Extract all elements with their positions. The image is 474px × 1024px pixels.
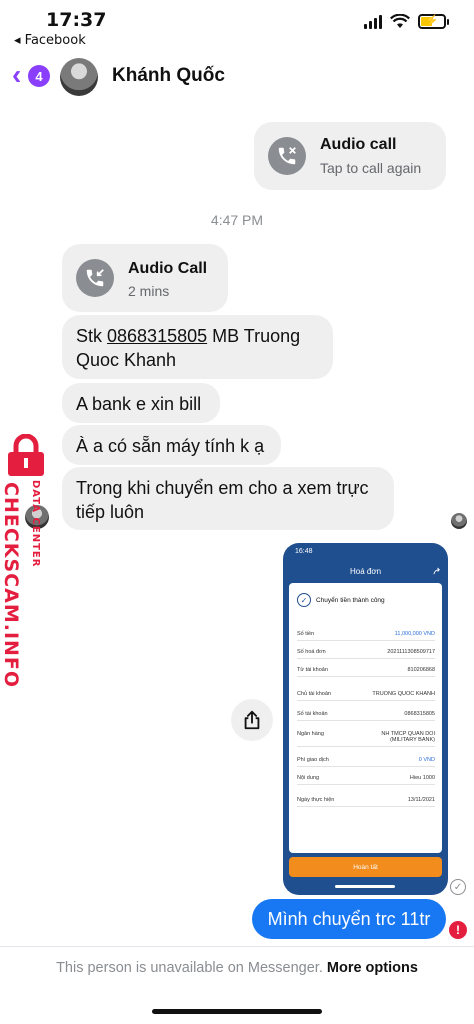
stk-line2: Quoc Khanh	[76, 350, 177, 370]
receipt-home-indicator	[335, 885, 395, 888]
watermark-text: CHECKSCAM.INFO	[0, 482, 22, 689]
stk-suffix: MB Truong	[207, 326, 301, 346]
call-title: Audio call	[320, 136, 397, 153]
message-bubble-transfer[interactable]: Trong khi chuyển em cho a xem trực tiếp …	[62, 467, 394, 530]
unavailable-notice: This person is unavailable on Messenger.…	[0, 960, 474, 976]
status-icons: ⚡	[364, 14, 449, 29]
contact-name[interactable]: Khánh Quốc	[112, 65, 225, 87]
receipt-row: Từ tài khoản 810206868	[297, 667, 435, 677]
outgoing-audio-call-card[interactable]: Audio call Tap to call again	[254, 122, 446, 190]
status-time: 17:37	[46, 9, 107, 31]
receipt-row: Số tiền 11,000,000 VND	[297, 631, 435, 641]
missed-call-icon	[268, 137, 306, 175]
message-text: À a có sẵn máy tính k ạ	[76, 436, 265, 456]
sent-check-icon: ✓	[450, 879, 466, 895]
receipt-done-button: Hoàn tất	[289, 857, 442, 877]
message-timestamp: 4:47 PM	[210, 212, 264, 228]
success-check-icon: ✓	[297, 593, 311, 607]
message-bubble-bank[interactable]: A bank e xin bill	[62, 383, 220, 423]
message-text: A bank e xin bill	[76, 394, 202, 414]
unavailable-text: This person is unavailable on Messenger.	[56, 960, 323, 976]
message-text: Mình chuyển trc 11tr	[267, 908, 431, 929]
receipt-row: Ngày thực hiện 13/11/2021	[297, 797, 435, 807]
read-receipt-avatar	[451, 513, 467, 529]
receipt-share-icon	[433, 567, 440, 575]
send-failed-icon[interactable]: !	[449, 921, 467, 939]
incoming-audio-call-card[interactable]: Audio Call 2 mins	[62, 244, 228, 312]
receipt-success: ✓ Chuyển tiền thành công	[297, 593, 385, 607]
footer-divider	[0, 946, 474, 947]
receipt-row: Số hoá đơn 2021111308509717	[297, 649, 435, 659]
home-indicator[interactable]	[152, 1009, 322, 1014]
receipt-title: Hoá đơn	[349, 567, 382, 576]
wifi-icon	[390, 14, 410, 28]
contact-avatar[interactable]	[60, 58, 98, 96]
watermark-lock-icon	[8, 434, 44, 476]
receipt-row: Chủ tài khoản TRUONG QUOC KHANH	[297, 691, 435, 701]
chat-header: ‹ 4 Khánh Quốc	[0, 52, 474, 100]
outgoing-message-bubble[interactable]: Mình chuyển trc 11tr	[252, 899, 446, 939]
battery-icon: ⚡	[418, 14, 449, 29]
message-text-line2: tiếp luôn	[76, 502, 145, 522]
transfer-receipt-image[interactable]: 16:48 Hoá đơn ✓ Chuyển tiền thành công S…	[283, 543, 448, 895]
cellular-signal-icon	[364, 14, 382, 29]
incoming-call-icon	[76, 259, 114, 297]
receipt-row: Nội dung Hieu 1000	[297, 775, 435, 785]
message-bubble-laptop[interactable]: À a có sẵn máy tính k ạ	[62, 425, 281, 465]
receipt-sheet: ✓ Chuyển tiền thành công Số tiền 11,000,0…	[289, 583, 442, 853]
share-icon	[244, 710, 260, 730]
phone-number-link[interactable]: 0868315805	[107, 326, 207, 346]
receipt-status-time: 16:48	[295, 548, 313, 555]
status-bar: 17:37 ◂ Facebook ⚡	[0, 0, 474, 52]
receipt-row: Phí giao dịch 0 VND	[297, 757, 435, 767]
back-chevron-icon[interactable]: ‹	[12, 61, 21, 89]
message-text-line1: Trong khi chuyển em cho a xem trực	[76, 478, 369, 498]
back-to-facebook-link[interactable]: ◂ Facebook	[14, 33, 86, 48]
call-subtitle: Tap to call again	[320, 160, 422, 176]
call-title: Audio Call	[128, 260, 208, 277]
receipt-row: Số tài khoản 0868315805	[297, 711, 435, 721]
receipt-success-text: Chuyển tiền thành công	[316, 596, 385, 604]
unread-count-badge[interactable]: 4	[28, 65, 50, 87]
share-button[interactable]	[231, 699, 273, 741]
call-duration: 2 mins	[128, 283, 170, 299]
more-options-link[interactable]: More options	[327, 960, 418, 976]
receipt-row: Ngân hàng NH TMCP QUAN DOI (MILITARY BANK…	[297, 731, 435, 747]
stk-prefix: Stk	[76, 326, 108, 346]
message-bubble-account-number[interactable]: Stk 0868315805 MB Truong Quoc Khanh	[62, 315, 333, 379]
watermark-subtext: DATA CENTER	[30, 480, 41, 568]
